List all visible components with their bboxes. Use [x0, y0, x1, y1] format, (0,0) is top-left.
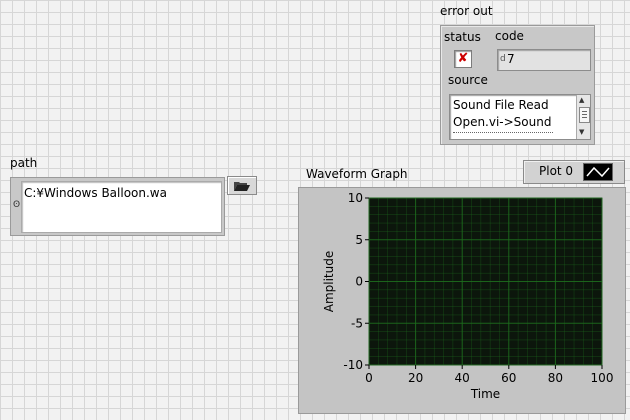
source-label: source — [448, 73, 488, 87]
x-tick-label: 40 — [455, 371, 470, 385]
plot-style-swatch[interactable] — [583, 163, 613, 181]
scroll-down-icon[interactable]: ▼ — [579, 128, 584, 136]
source-scrollbar[interactable]: ▲ ▼ — [576, 95, 590, 139]
code-label: code — [495, 29, 524, 43]
y-tick-label: -10 — [343, 358, 363, 372]
source-line-1: Sound File Read — [453, 98, 549, 112]
plot-legend[interactable]: Plot 0 — [523, 160, 625, 184]
scroll-thumb[interactable] — [579, 107, 590, 123]
browse-button[interactable] — [227, 176, 257, 195]
x-axis-ticks: 0 20 40 60 80 100 — [365, 365, 613, 385]
y-axis-ticks: 10 5 0 -5 -10 — [343, 191, 369, 372]
status-label: status — [444, 30, 481, 44]
x-tick-label: 100 — [591, 371, 614, 385]
source-line-overflow — [453, 132, 553, 135]
folder-open-icon — [234, 181, 250, 191]
scroll-up-icon[interactable]: ▲ — [579, 96, 584, 104]
path-link-icon: ʘ — [13, 200, 21, 210]
x-tick-label: 60 — [501, 371, 516, 385]
path-value: C:¥Windows Balloon.wa — [24, 186, 167, 200]
waveform-graph-label: Waveform Graph — [306, 167, 408, 181]
path-control: ʘ C:¥Windows Balloon.wa — [10, 177, 225, 236]
status-indicator[interactable]: ✘ — [454, 50, 472, 68]
x-axis-label: Time — [470, 387, 500, 401]
radix-indicator[interactable]: d — [500, 54, 506, 64]
y-tick-label: 10 — [348, 191, 363, 205]
error-out-label: error out — [440, 4, 493, 18]
x-tick-label: 80 — [548, 371, 563, 385]
waveform-graph[interactable]: 0 20 40 60 80 100 10 5 0 -5 -10 Time Amplitude — [299, 188, 625, 413]
plot-legend-label: Plot 0 — [539, 164, 574, 178]
path-input[interactable]: C:¥Windows Balloon.wa — [21, 181, 222, 233]
code-value: 7 — [507, 52, 515, 66]
path-label: path — [10, 156, 38, 170]
source-field[interactable]: Sound File Read Open.vi->Sound ▲ ▼ — [449, 94, 591, 140]
y-tick-label: 0 — [355, 275, 363, 289]
x-tick-label: 20 — [408, 371, 423, 385]
y-axis-label: Amplitude — [322, 251, 336, 313]
x-tick-label: 0 — [365, 371, 373, 385]
line-style-icon — [586, 166, 610, 178]
code-field[interactable]: d 7 — [497, 49, 591, 71]
source-line-2: Open.vi->Sound — [453, 115, 552, 129]
y-tick-label: -5 — [351, 316, 363, 330]
error-out-cluster: status ✘ code d 7 source Sound File Read… — [440, 25, 595, 145]
grid-lines — [368, 197, 603, 366]
y-tick-label: 5 — [355, 233, 363, 247]
waveform-graph-frame: 0 20 40 60 80 100 10 5 0 -5 -10 Time Amplitude — [298, 187, 626, 414]
